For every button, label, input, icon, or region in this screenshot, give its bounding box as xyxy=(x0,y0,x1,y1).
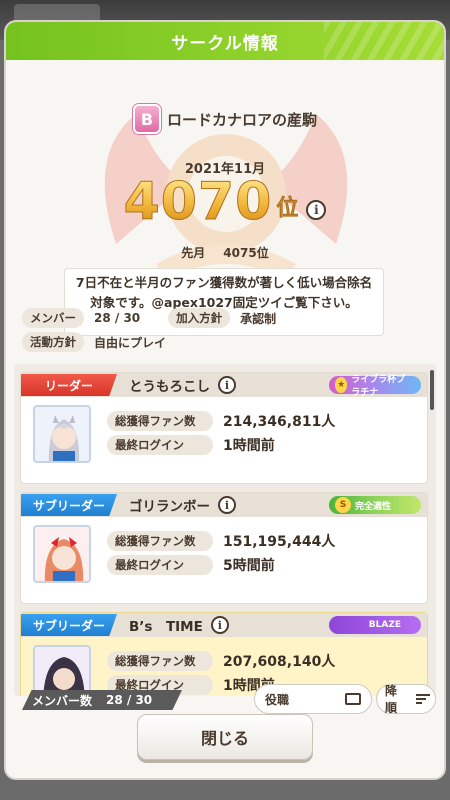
avatar xyxy=(33,645,91,696)
filter-window-icon xyxy=(345,693,361,705)
total-fans-value: 214,346,811人 xyxy=(223,414,336,430)
member-count-bar: メンバー数 28 / 30 xyxy=(22,690,182,710)
last-login-label: 最終ログイン xyxy=(107,555,213,575)
circle-name: ロードカナロアの産駒 xyxy=(166,110,317,129)
last-login-value: 5時間前 xyxy=(223,558,275,574)
previous-month-value: 4075位 xyxy=(223,246,269,260)
order-sort-label: 降順 xyxy=(385,684,398,715)
circle-rank-row: 4070 位 i xyxy=(6,172,444,232)
role-sort-label: 役職 xyxy=(265,692,290,707)
dialog-title: サークル情報 xyxy=(171,33,279,54)
circle-rank-number: 4070 xyxy=(123,172,273,232)
previous-month-rank: 先月 4075位 xyxy=(6,244,444,261)
member-card[interactable]: サブリーダー ゴリランボー i S 完全適性 総獲得ファン数 151,195,4… xyxy=(20,492,428,604)
total-fans-value: 151,195,444人 xyxy=(223,534,336,550)
circle-rank-unit: 位 xyxy=(276,196,299,222)
last-login-value: 1時間前 xyxy=(223,438,275,454)
avatar xyxy=(33,525,91,583)
member-name: B’s TIME xyxy=(129,619,203,635)
join-policy-label: 加入方針 xyxy=(168,308,231,328)
previous-month-label: 先月 xyxy=(181,246,206,260)
members-label: メンバー xyxy=(22,308,84,328)
role-tag-subleader: サブリーダー xyxy=(21,614,117,636)
member-card[interactable]: サブリーダー B’s TIME i BLAZE 総獲得ファン数 207,608,… xyxy=(20,612,428,696)
member-info-icon[interactable]: i xyxy=(218,376,236,394)
total-fans-label: 総獲得ファン数 xyxy=(107,411,213,431)
rank-info-icon[interactable]: i xyxy=(306,200,327,220)
activity-policy-label: 活動方針 xyxy=(22,332,84,352)
member-info-icon[interactable]: i xyxy=(210,616,229,634)
role-tag-subleader: サブリーダー xyxy=(21,494,117,516)
member-name: とうもろこし xyxy=(129,379,210,395)
member-title-badge: ★ ライブラ杯プラチナ xyxy=(329,375,421,398)
trophy-icon: ★ xyxy=(335,377,348,393)
member-info-icon[interactable]: i xyxy=(218,496,236,514)
circle-name-row: B ロードカナロアの産駒 xyxy=(6,104,444,134)
dialog-header: サークル情報 xyxy=(6,22,444,60)
circle-info-dialog: サークル情報 B ロードカナロアの産駒 2021年11月 4070 位 i 先月… xyxy=(6,22,444,778)
close-button[interactable]: 閉じる xyxy=(137,714,313,760)
total-fans-value: 207,608,140人 xyxy=(223,654,336,670)
activity-policy-value: 自由にプレイ xyxy=(94,335,167,350)
total-fans-label: 総獲得ファン数 xyxy=(107,531,213,551)
member-card[interactable]: リーダー とうもろこし i ★ ライブラ杯プラチナ 総獲得ファン数 214,34… xyxy=(20,372,428,484)
order-sort-button[interactable]: 降順 xyxy=(376,684,436,715)
member-title-badge: BLAZE xyxy=(329,616,421,634)
member-list-scrollbar[interactable] xyxy=(430,370,434,410)
avatar xyxy=(33,405,91,463)
role-sort-button[interactable]: 役職 xyxy=(254,684,372,714)
join-policy-value: 承認制 xyxy=(240,311,277,326)
member-count-label: メンバー数 xyxy=(32,693,93,708)
sort-lines-icon xyxy=(415,693,430,705)
circle-meta: メンバー 28 / 30 加入方針 承認制 活動方針 自由にプレイ xyxy=(22,306,432,354)
role-tag-leader: リーダー xyxy=(21,374,117,396)
member-title-badge: S 完全適性 xyxy=(329,496,421,514)
sss-rank-icon: S xyxy=(335,497,351,513)
total-fans-label: 総獲得ファン数 xyxy=(107,651,213,671)
member-list[interactable]: リーダー とうもろこし i ★ ライブラ杯プラチナ 総獲得ファン数 214,34… xyxy=(14,364,436,696)
circle-summary: B ロードカナロアの産駒 2021年11月 4070 位 i 先月 4075位 … xyxy=(6,60,444,336)
member-count-value: 28 / 30 xyxy=(106,693,153,707)
last-login-label: 最終ログイン xyxy=(107,435,213,455)
members-value: 28 / 30 xyxy=(94,311,141,325)
member-name: ゴリランボー xyxy=(129,499,210,515)
circle-rank-badge: B xyxy=(132,104,161,134)
